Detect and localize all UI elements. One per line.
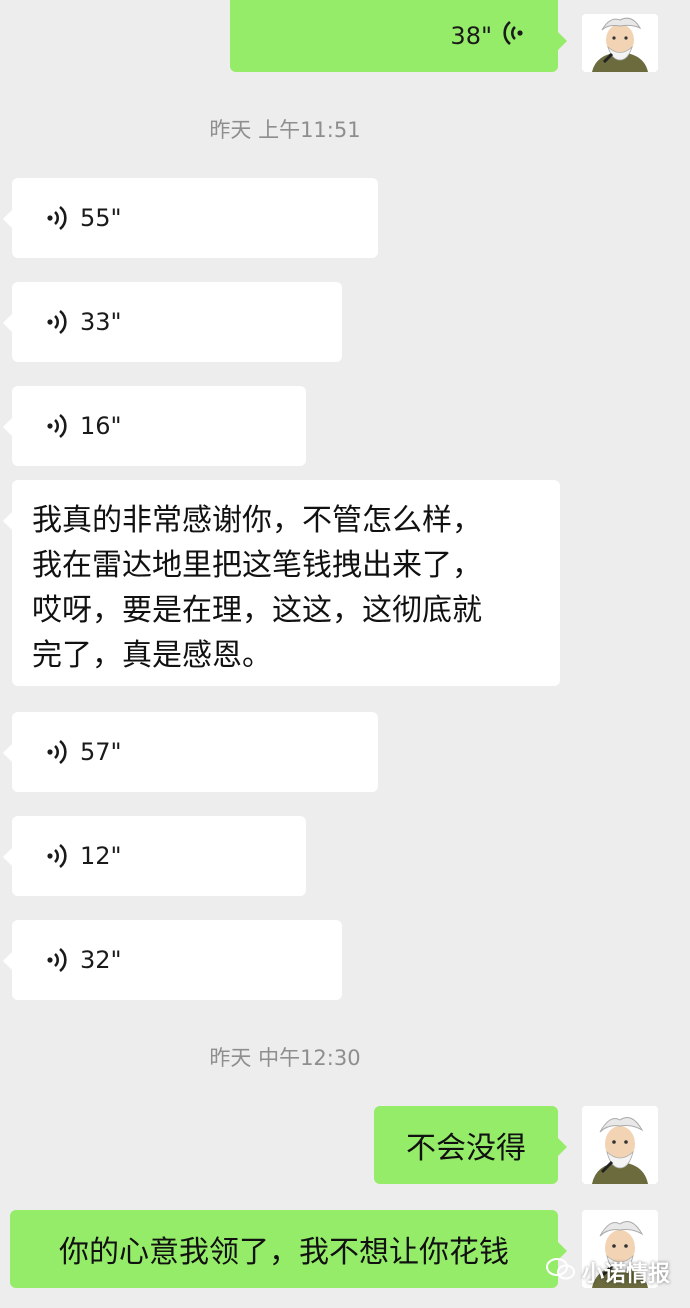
voice-wave-icon	[502, 19, 524, 53]
voice-message-incoming[interactable]: 32"	[3, 920, 342, 1000]
wechat-logo-icon	[545, 1257, 576, 1287]
message-text: 你的心意我领了，我不想让你花钱	[59, 1235, 509, 1270]
voice-duration: 32"	[80, 946, 122, 974]
voice-message-incoming[interactable]: 12"	[3, 816, 306, 896]
user-avatar[interactable]	[582, 1106, 658, 1184]
voice-duration: 38"	[450, 22, 492, 50]
voice-wave-icon	[46, 842, 68, 870]
voice-message-outgoing[interactable]: 38"	[230, 0, 567, 72]
voice-message-incoming[interactable]: 16"	[3, 386, 306, 466]
voice-out-content: 38"	[450, 0, 524, 72]
voice-wave-icon	[46, 738, 68, 766]
user-avatar[interactable]	[582, 14, 658, 72]
voice-in-content: 55"	[46, 178, 122, 258]
voice-in-content: 16"	[46, 386, 122, 466]
voice-duration: 55"	[80, 204, 122, 232]
voice-duration: 57"	[80, 738, 122, 766]
voice-wave-icon	[46, 308, 68, 336]
voice-message-incoming[interactable]: 57"	[3, 712, 378, 792]
voice-duration: 12"	[80, 842, 122, 870]
voice-message-incoming[interactable]: 33"	[3, 282, 342, 362]
voice-in-content: 57"	[46, 712, 122, 792]
watermark: 小诺情报	[545, 1256, 670, 1288]
message-text: 不会没得	[406, 1131, 526, 1166]
voice-wave-icon	[46, 946, 68, 974]
text-message-incoming[interactable]: 我真的非常感谢你，不管怎么样， 我在雷达地里把这笔钱拽出来了， 哎呀，要是在理，…	[3, 480, 560, 686]
voice-duration: 33"	[80, 308, 122, 336]
voice-wave-icon	[46, 412, 68, 440]
voice-duration: 16"	[80, 412, 122, 440]
message-timestamp: 昨天 上午11:51	[209, 118, 361, 142]
voice-in-content: 33"	[46, 282, 122, 362]
voice-message-incoming[interactable]: 55"	[3, 178, 378, 258]
text-message-outgoing[interactable]: 你的心意我领了，我不想让你花钱	[10, 1210, 567, 1288]
voice-in-content: 32"	[46, 920, 122, 1000]
voice-wave-icon	[46, 204, 68, 232]
voice-in-content: 12"	[46, 816, 122, 896]
text-message-outgoing[interactable]: 不会没得	[374, 1106, 567, 1184]
watermark-text: 小诺情报	[581, 1262, 670, 1287]
message-timestamp: 昨天 中午12:30	[209, 1046, 361, 1070]
